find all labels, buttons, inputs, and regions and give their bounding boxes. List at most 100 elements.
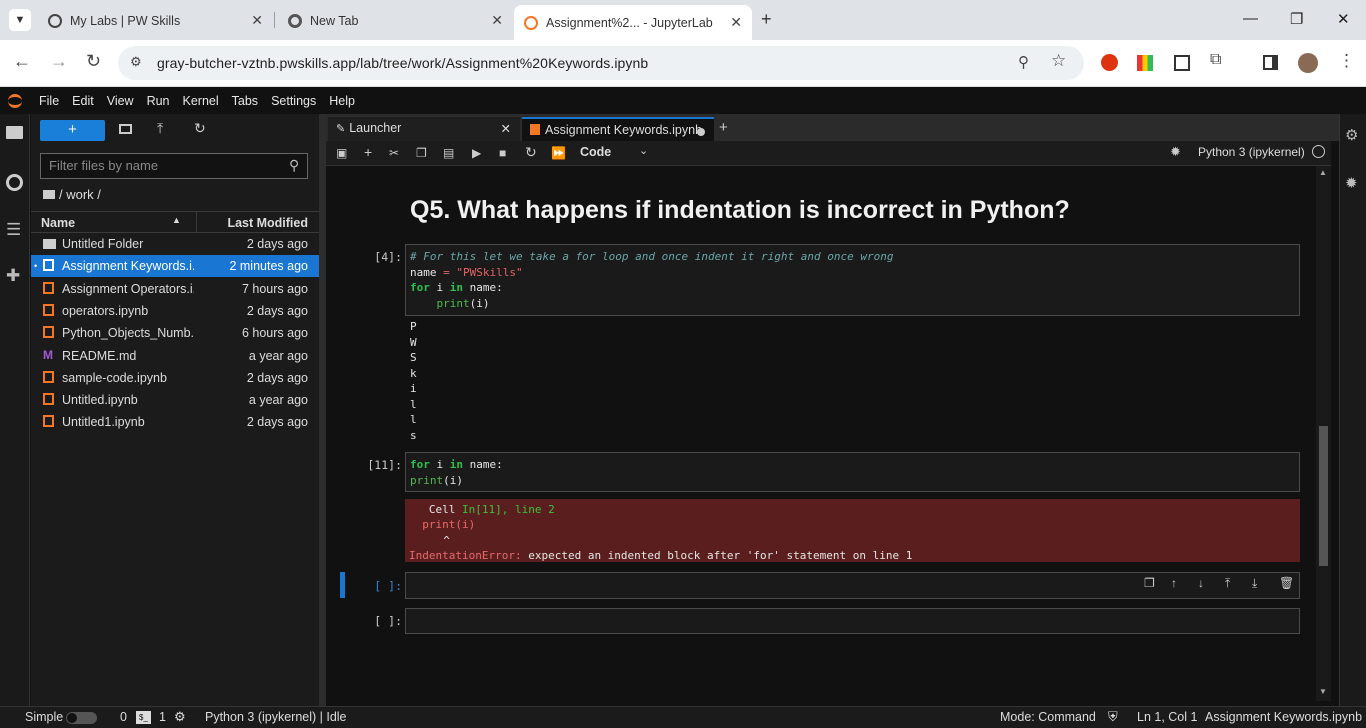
code-cell-editor[interactable]: # For this let we take a for loop and on… — [405, 244, 1300, 316]
extensions-puzzle-icon[interactable]: ✚ — [6, 266, 20, 286]
breadcrumb[interactable]: / work / — [43, 187, 101, 202]
menu-kernel[interactable]: Kernel — [183, 94, 219, 108]
refresh-icon[interactable]: ↻ — [194, 120, 206, 137]
insert-cell-icon[interactable]: + — [364, 144, 372, 160]
list-item[interactable]: • Assignment Keywords.i... 2 minutes ago — [31, 255, 319, 278]
paste-icon[interactable]: ▤ — [443, 146, 454, 160]
restart-icon[interactable]: ↻ — [525, 144, 537, 161]
new-launcher-button[interactable]: + — [40, 120, 105, 141]
simple-mode-toggle[interactable] — [66, 712, 97, 724]
running-icon[interactable] — [6, 174, 23, 191]
close-icon[interactable]: ✕ — [730, 14, 742, 31]
run-icon[interactable]: ▶ — [472, 146, 481, 160]
unsaved-dot-icon[interactable] — [697, 128, 705, 136]
chevron-down-icon[interactable]: ⌄ — [639, 144, 648, 157]
duplicate-icon[interactable]: ❐ — [1144, 576, 1155, 590]
reload-icon[interactable]: ↻ — [86, 51, 101, 72]
insert-above-icon[interactable]: ⤒ — [1225, 576, 1230, 591]
zoom-icon[interactable]: ⚲ — [1018, 53, 1029, 71]
cut-icon[interactable]: ✂ — [389, 146, 399, 160]
extension-square-icon[interactable] — [1174, 55, 1190, 71]
notebook-scrollbar[interactable]: ▲ ▼ — [1316, 166, 1331, 701]
browser-tab-newtab[interactable]: New Tab ✕ — [278, 5, 513, 36]
column-last-modified[interactable]: Last Modified — [227, 216, 308, 230]
delete-icon[interactable]: 🗑 — [1279, 576, 1294, 590]
close-icon[interactable]: ✕ — [501, 121, 511, 136]
minimize-icon[interactable]: — — [1243, 10, 1258, 27]
menu-run[interactable]: Run — [147, 94, 170, 108]
restore-icon[interactable]: ❐ — [1290, 10, 1303, 28]
list-item[interactable]: M README.md a year ago — [31, 345, 319, 367]
extensions-puzzle-icon[interactable]: ⧉ — [1210, 51, 1221, 69]
panel-splitter[interactable] — [319, 114, 326, 706]
back-icon[interactable]: ← — [13, 51, 31, 72]
copy-icon[interactable]: ❐ — [416, 146, 427, 160]
property-inspector-icon[interactable]: ⚙ — [1345, 126, 1358, 144]
move-up-icon[interactable]: ↑ — [1171, 576, 1177, 590]
window-close-icon[interactable]: ✕ — [1337, 10, 1350, 28]
scrollbar-thumb[interactable] — [1319, 426, 1328, 566]
folder-icon[interactable] — [43, 190, 55, 199]
cursor-position[interactable]: Ln 1, Col 1 — [1137, 710, 1197, 724]
debugger-icon[interactable]: ✹ — [1345, 174, 1358, 192]
site-settings-icon[interactable]: ⚙ — [130, 54, 142, 70]
omnibox[interactable]: ⚙ gray-butcher-vztnb.pwskills.app/lab/tr… — [118, 46, 1084, 80]
extension-color-icon[interactable] — [1137, 55, 1153, 71]
list-item[interactable]: Untitled.ipynb a year ago — [31, 389, 319, 411]
menu-view[interactable]: View — [107, 94, 134, 108]
new-tab-plus-icon[interactable]: + — [719, 119, 728, 136]
forward-icon[interactable]: → — [50, 51, 68, 72]
code-cell-editor[interactable] — [405, 608, 1300, 634]
column-name[interactable]: Name — [41, 216, 75, 230]
list-item[interactable]: sample-code.ipynb 2 days ago — [31, 367, 319, 389]
tab-search-icon[interactable]: ▼ — [9, 9, 31, 31]
cell-type-select[interactable]: Code — [580, 145, 611, 159]
bookmark-star-icon[interactable]: ☆ — [1051, 51, 1066, 71]
close-icon[interactable]: ✕ — [251, 12, 263, 29]
new-folder-icon[interactable] — [119, 124, 132, 134]
tab-notebook[interactable]: Assignment Keywords.ipynb — [522, 117, 714, 141]
breadcrumb-path[interactable]: / work / — [59, 187, 101, 202]
kernel-settings-icon[interactable]: ✹ — [1170, 144, 1181, 160]
list-item[interactable]: Untitled Folder 2 days ago — [31, 233, 319, 255]
folder-icon[interactable] — [6, 126, 23, 139]
new-tab-icon[interactable]: + — [761, 9, 772, 30]
stop-icon[interactable]: ■ — [499, 146, 506, 160]
save-icon[interactable]: ▣ — [336, 146, 347, 160]
menu-help[interactable]: Help — [329, 94, 355, 108]
file-filter-input[interactable]: Filter files by name — [40, 153, 308, 179]
list-item[interactable]: Untitled1.ipynb 2 days ago — [31, 411, 319, 433]
file-name: README.md — [62, 348, 137, 363]
url-text[interactable]: gray-butcher-vztnb.pwskills.app/lab/tree… — [157, 55, 648, 71]
menu-settings[interactable]: Settings — [271, 94, 316, 108]
kernels-count[interactable]: 1 — [159, 710, 166, 724]
browser-tab-mylabs[interactable]: My Labs | PW Skills ✕ — [38, 5, 273, 36]
close-icon[interactable]: ✕ — [491, 12, 503, 29]
list-item[interactable]: Python_Objects_Numb... 6 hours ago — [31, 322, 319, 344]
upload-icon[interactable]: ⤒ — [157, 120, 163, 137]
fast-forward-icon[interactable]: ⏩ — [551, 146, 566, 160]
menu-edit[interactable]: Edit — [72, 94, 94, 108]
extension-adblock-icon[interactable] — [1101, 54, 1118, 71]
kernel-status[interactable]: Python 3 (ipykernel) | Idle — [205, 710, 347, 724]
toc-list-icon[interactable]: ☰ — [6, 220, 21, 240]
tab-launcher[interactable]: ✎ Launcher ✕ — [328, 117, 520, 141]
list-item[interactable]: Assignment Operators.i... 7 hours ago — [31, 278, 319, 300]
menu-kebab-icon[interactable]: ⋮ — [1338, 51, 1355, 71]
menu-tabs[interactable]: Tabs — [232, 94, 258, 108]
notebook-icon — [43, 326, 54, 339]
insert-below-icon[interactable]: ⤓ — [1252, 576, 1257, 591]
list-item[interactable]: operators.ipynb 2 days ago — [31, 300, 319, 322]
move-down-icon[interactable]: ↓ — [1198, 576, 1204, 590]
kernel-name[interactable]: Python 3 (ipykernel) — [1198, 145, 1305, 159]
notebook-panel[interactable]: Q5. What happens if indentation is incor… — [326, 166, 1314, 701]
code-cell-editor[interactable]: for i in name: print(i) — [405, 452, 1300, 492]
terminals-count[interactable]: 0 — [120, 710, 127, 724]
side-panel-icon[interactable] — [1263, 55, 1278, 70]
menu-file[interactable]: File — [39, 94, 59, 108]
running-dot-icon: • — [34, 261, 38, 272]
shield-icon[interactable]: ⛨ — [1108, 709, 1118, 725]
profile-avatar[interactable] — [1298, 53, 1318, 73]
right-sidebar-tabs: ⚙ ✹ — [1339, 114, 1366, 706]
browser-tab-jupyter[interactable]: Assignment%2... - JupyterLab ✕ — [514, 5, 752, 40]
